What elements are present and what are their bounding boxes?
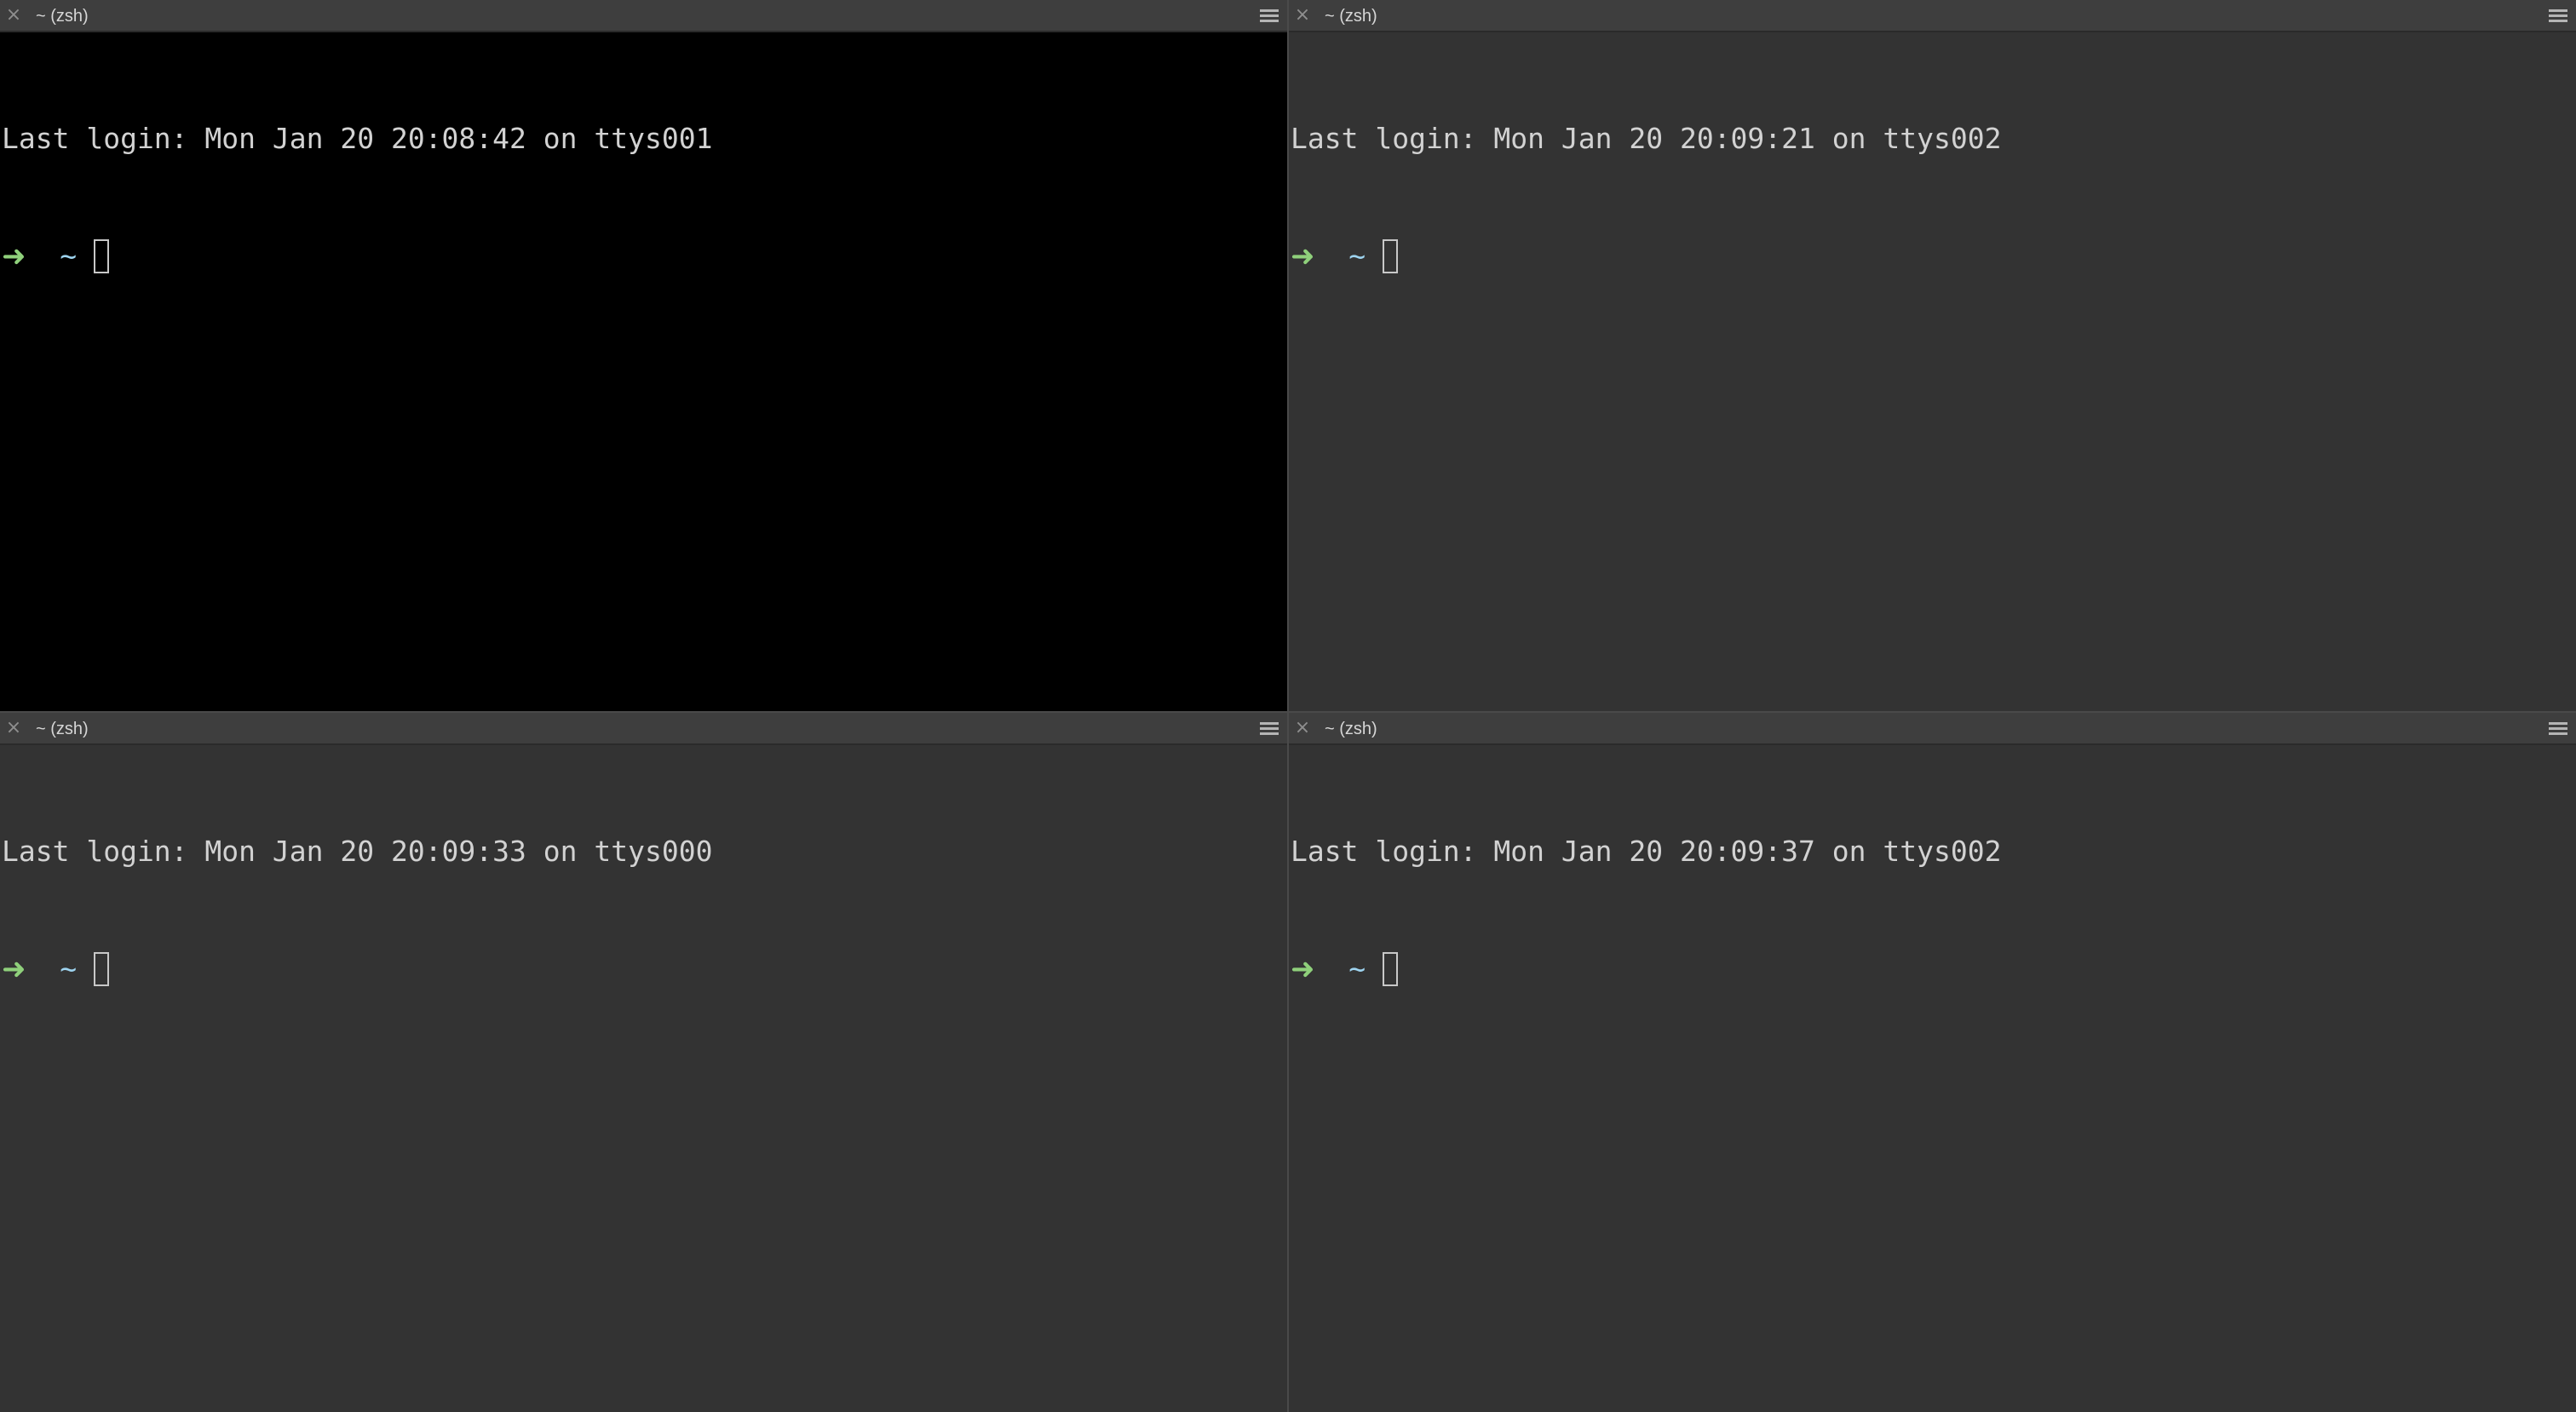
terminal-split-window: × ~ (zsh) Last login: Mon Jan 20 20:08:4… [0,0,2576,1412]
vertical-split-divider[interactable] [1287,0,1289,1412]
text-cursor [94,239,109,273]
terminal-pane-top-left[interactable]: × ~ (zsh) Last login: Mon Jan 20 20:08:4… [0,0,1287,711]
pane-title: ~ (zsh) [1325,7,1377,26]
terminal-output[interactable]: Last login: Mon Jan 20 20:08:42 on ttys0… [0,36,1287,711]
prompt-directory: ~ [1348,239,1366,273]
close-icon[interactable]: × [1294,719,1311,738]
hamburger-menu-icon[interactable] [2549,722,2567,736]
prompt-directory: ~ [60,239,78,273]
horizontal-split-divider[interactable] [0,711,2576,713]
pane-title: ~ (zsh) [1325,720,1377,738]
prompt-line[interactable]: ➜ ~ [1291,237,2576,276]
terminal-output[interactable]: Last login: Mon Jan 20 20:09:37 on ttys0… [1289,749,2576,1412]
prompt-directory: ~ [1348,952,1366,985]
text-cursor [1383,952,1398,986]
pane-titlebar[interactable]: × ~ (zsh) [0,713,1287,745]
terminal-pane-bottom-left[interactable]: × ~ (zsh) Last login: Mon Jan 20 20:09:3… [0,713,1287,1412]
prompt-directory: ~ [60,952,78,985]
pane-titlebar[interactable]: × ~ (zsh) [0,0,1287,32]
terminal-pane-bottom-right[interactable]: × ~ (zsh) Last login: Mon Jan 20 20:09:3… [1289,713,2576,1412]
prompt-line[interactable]: ➜ ~ [2,237,1287,276]
last-login-line: Last login: Mon Jan 20 20:08:42 on ttys0… [2,122,713,155]
close-icon[interactable]: × [5,719,22,738]
prompt-line[interactable]: ➜ ~ [1291,950,2576,989]
prompt-arrow-icon: ➜ [2,952,26,986]
prompt-line[interactable]: ➜ ~ [2,950,1287,989]
close-icon[interactable]: × [5,6,22,25]
hamburger-menu-icon[interactable] [1260,722,1279,736]
text-cursor [1383,239,1398,273]
pane-title: ~ (zsh) [36,7,89,26]
terminal-pane-top-right[interactable]: × ~ (zsh) Last login: Mon Jan 20 20:09:2… [1289,0,2576,711]
terminal-output[interactable]: Last login: Mon Jan 20 20:09:21 on ttys0… [1289,36,2576,711]
last-login-line: Last login: Mon Jan 20 20:09:37 on ttys0… [1291,835,2002,868]
prompt-arrow-icon: ➜ [1291,952,1315,986]
pane-title: ~ (zsh) [36,720,89,738]
hamburger-menu-icon[interactable] [2549,9,2567,23]
prompt-arrow-icon: ➜ [2,239,26,273]
pane-titlebar[interactable]: × ~ (zsh) [1289,713,2576,745]
last-login-line: Last login: Mon Jan 20 20:09:33 on ttys0… [2,835,713,868]
last-login-line: Last login: Mon Jan 20 20:09:21 on ttys0… [1291,122,2002,155]
terminal-output[interactable]: Last login: Mon Jan 20 20:09:33 on ttys0… [0,749,1287,1412]
hamburger-menu-icon[interactable] [1260,9,1279,23]
text-cursor [94,952,109,986]
pane-titlebar[interactable]: × ~ (zsh) [1289,0,2576,32]
prompt-arrow-icon: ➜ [1291,239,1315,273]
close-icon[interactable]: × [1294,6,1311,25]
